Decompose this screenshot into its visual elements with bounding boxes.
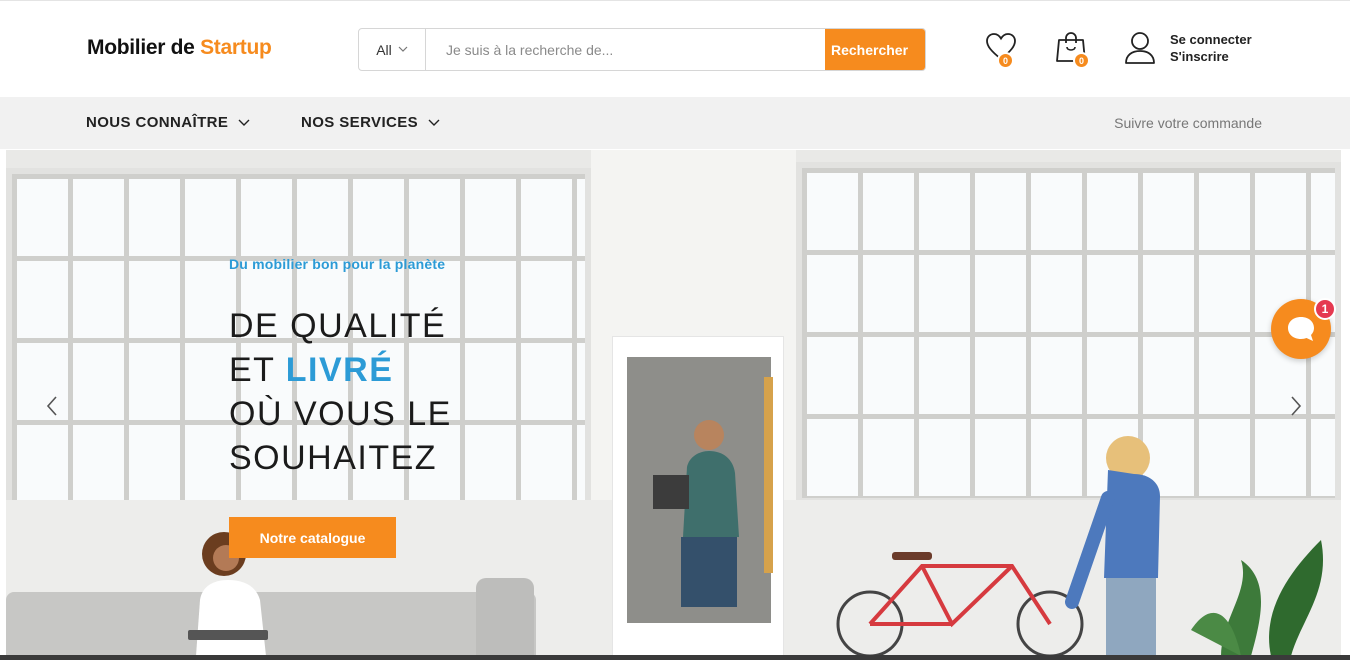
hero-bg-sofa-arm: [476, 578, 534, 656]
user-icon: [1125, 32, 1155, 64]
chevron-down-icon: [238, 119, 250, 126]
hero-title-highlight: LIVRÉ: [285, 351, 394, 389]
chevron-right-icon: [1291, 396, 1302, 416]
hero-title-line: SOUHAITEZ: [229, 439, 438, 477]
chevron-down-icon: [428, 119, 440, 126]
track-order-link[interactable]: Suivre votre commande: [1114, 115, 1262, 131]
chat-bubble-icon: [1288, 317, 1314, 341]
nav-item-label: NOUS CONNAÎTRE: [86, 114, 229, 131]
search-button[interactable]: Rechercher: [825, 29, 925, 70]
hero-bg-office-pod: [612, 336, 784, 656]
account-menu[interactable]: Se connecter S'inscrire: [1124, 31, 1252, 65]
wishlist-button[interactable]: 0: [985, 32, 1017, 69]
hero-title-line: OÙ VOUS LE: [229, 395, 452, 433]
hero-person-walking: [1065, 436, 1160, 656]
cart-count-badge: 0: [1073, 52, 1090, 69]
account-links: Se connecter S'inscrire: [1170, 32, 1252, 64]
search-bar: All Rechercher: [358, 28, 926, 71]
wishlist-count-badge: 0: [997, 52, 1014, 69]
search-input[interactable]: [426, 29, 825, 70]
nav-item-services[interactable]: NOS SERVICES: [301, 114, 440, 131]
register-link[interactable]: S'inscrire: [1170, 49, 1252, 64]
main-nav: NOUS CONNAÎTRE NOS SERVICES Suivre votre…: [0, 97, 1350, 149]
chevron-left-icon: [46, 396, 57, 416]
logo-text-main: Mobilier de: [87, 36, 201, 59]
site-logo[interactable]: Mobilier de Startup: [87, 36, 272, 60]
chat-unread-badge: 1: [1314, 298, 1336, 320]
catalog-button[interactable]: Notre catalogue: [229, 517, 396, 558]
hero-slider: Du mobilier bon pour la planète DE QUALI…: [6, 150, 1341, 656]
slider-prev-button[interactable]: [42, 394, 62, 418]
slider-next-button[interactable]: [1286, 394, 1306, 418]
logo-text-accent: Startup: [200, 36, 272, 59]
hero-title-line: DE QUALITÉ: [229, 307, 447, 345]
hero-title: DE QUALITÉ ET LIVRÉ OÙ VOUS LE SOUHAITEZ: [229, 304, 452, 480]
nav-item-label: NOS SERVICES: [301, 114, 419, 131]
page-bottom-edge: [0, 655, 1350, 660]
top-header: Mobilier de Startup All Rechercher 0 0 S…: [0, 0, 1350, 97]
hero-title-line: ET: [229, 351, 286, 389]
chevron-down-icon: [398, 46, 408, 52]
nav-item-about[interactable]: NOUS CONNAÎTRE: [86, 114, 250, 131]
search-category-label: All: [376, 41, 392, 58]
cart-button[interactable]: 0: [1056, 31, 1090, 69]
hero-subtitle: Du mobilier bon pour la planète: [229, 256, 446, 272]
search-category-select[interactable]: All: [359, 29, 426, 70]
login-link[interactable]: Se connecter: [1170, 32, 1252, 47]
hero-bg-plant: [1191, 540, 1324, 656]
